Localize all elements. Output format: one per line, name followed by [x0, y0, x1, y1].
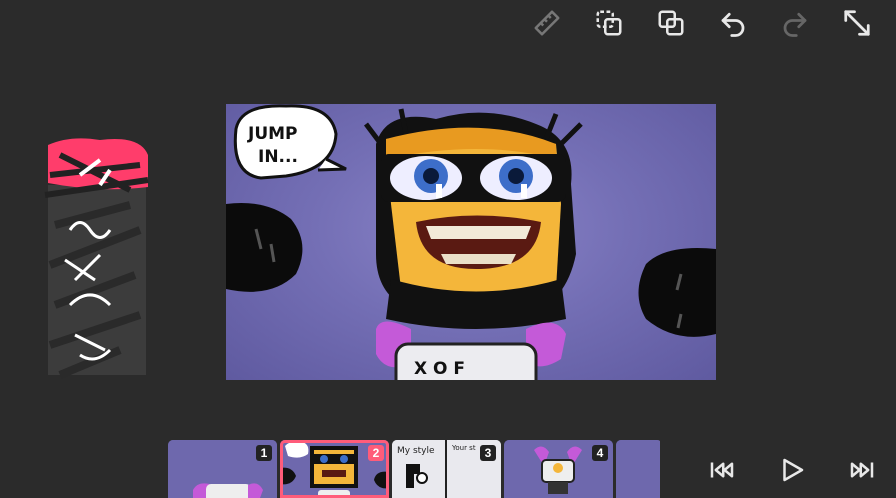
canvas-artwork: X O F JUMP IN...	[226, 104, 716, 380]
frame-thumbnail-selected[interactable]: 2	[280, 440, 389, 498]
skip-forward-icon	[850, 462, 874, 478]
speech-bubble-line1: JUMP	[247, 124, 298, 144]
layers-icon	[658, 10, 684, 36]
frame-thumbnail[interactable]: 4	[504, 440, 613, 498]
speech-bubble-line2: IN...	[258, 147, 298, 167]
top-toolbar	[516, 4, 888, 42]
ruler-icon	[534, 10, 560, 36]
play-icon	[783, 458, 804, 482]
frame-number: 1	[256, 445, 272, 461]
skip-to-start-button[interactable]	[698, 446, 746, 494]
frame-thumbnail[interactable]: My style Your st 3	[392, 440, 501, 498]
ruler-button[interactable]	[516, 4, 578, 42]
frame-text-your-style: Your st	[452, 444, 476, 452]
scribble-strip-graphic	[44, 138, 149, 379]
drawing-canvas[interactable]: X O F JUMP IN...	[226, 104, 716, 380]
frame-number: 2	[368, 445, 384, 461]
left-brush-strip[interactable]	[40, 135, 152, 385]
frame-number: 3	[480, 445, 496, 461]
belly-text: X O F	[414, 359, 465, 379]
undo-button[interactable]	[702, 4, 764, 42]
layers-button[interactable]	[640, 4, 702, 42]
play-button[interactable]	[768, 446, 816, 494]
redo-icon	[783, 12, 807, 37]
playback-controls	[698, 446, 886, 494]
frame-preview	[616, 440, 660, 498]
skip-to-end-button[interactable]	[838, 446, 886, 494]
duplicate-button[interactable]	[578, 4, 640, 42]
duplicate-icon	[596, 10, 622, 36]
frame-thumbnail[interactable]: 1	[168, 440, 277, 498]
fullscreen-button[interactable]	[826, 4, 888, 42]
expand-icon	[844, 10, 870, 36]
frame-thumbnail-partial[interactable]	[616, 440, 660, 498]
skip-back-icon	[710, 462, 734, 478]
undo-icon	[721, 12, 745, 37]
redo-button[interactable]	[764, 4, 826, 42]
frame-text-my-style: My style	[397, 446, 435, 456]
frame-timeline: 1 2 My style Your st 3 4	[168, 440, 660, 498]
frame-number: 4	[592, 445, 608, 461]
